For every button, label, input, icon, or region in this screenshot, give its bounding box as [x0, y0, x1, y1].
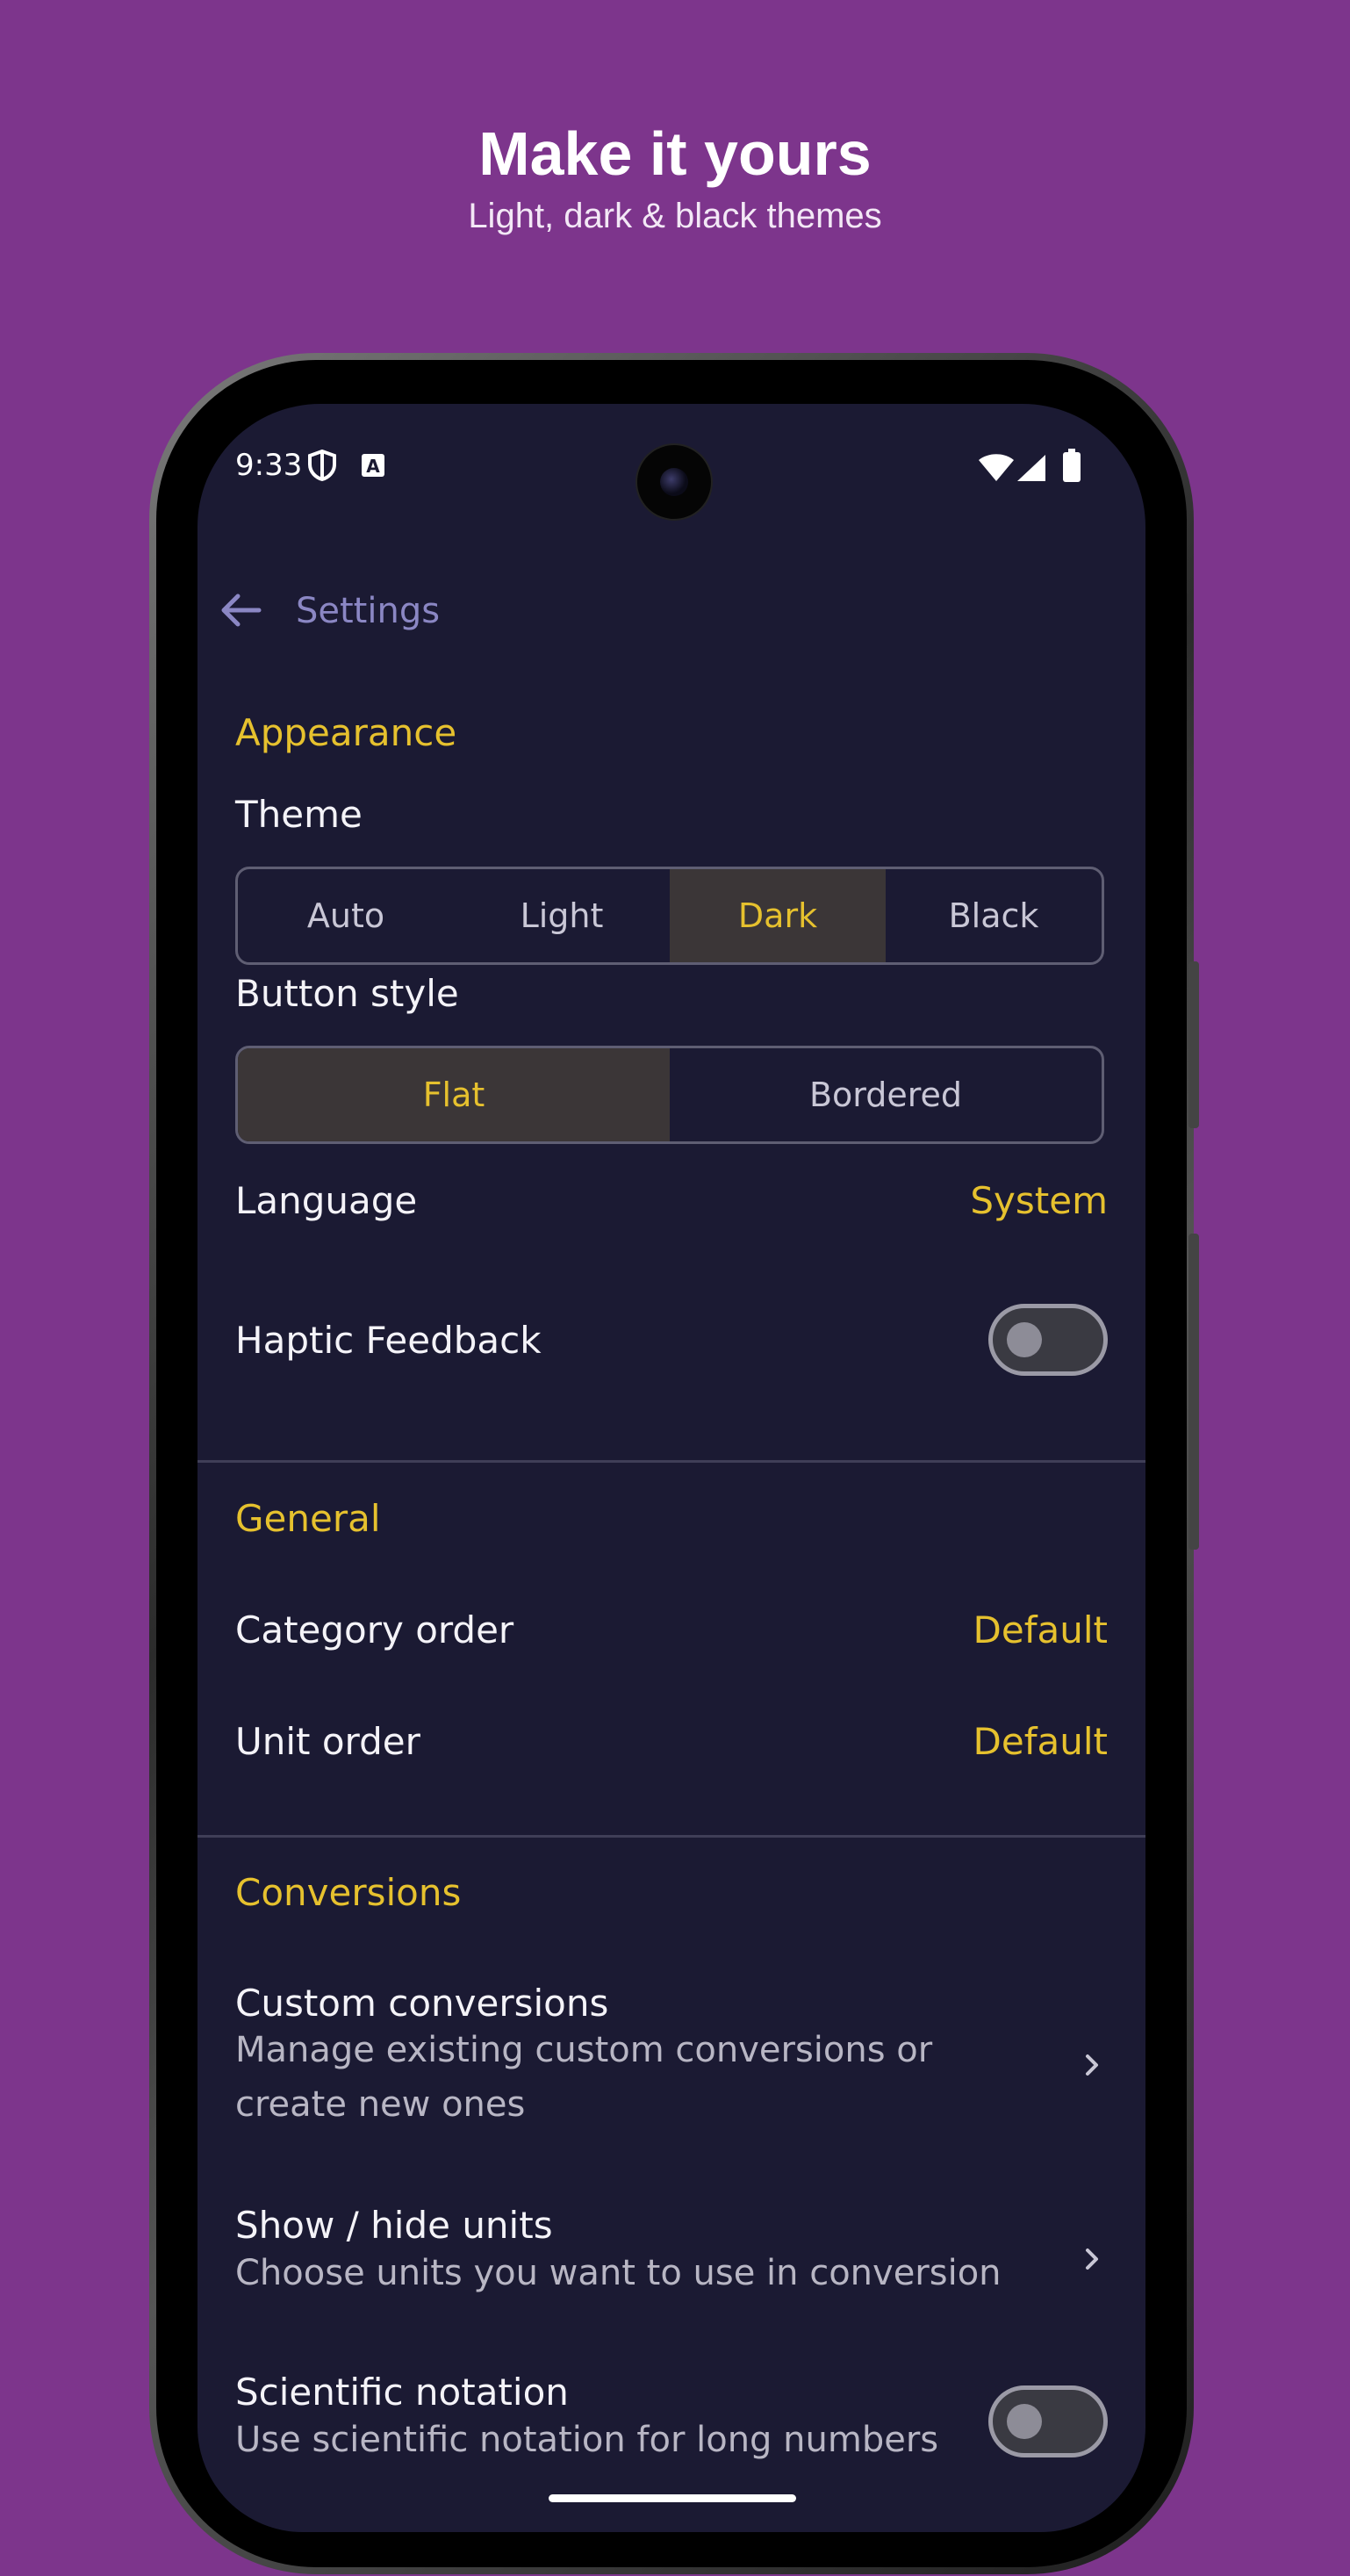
- hero-title: Make it yours: [478, 119, 872, 188]
- scientific-notation-toggle[interactable]: [988, 2385, 1108, 2457]
- cellular-signal-icon: [1017, 455, 1045, 481]
- hero-subtitle: Light, dark & black themes: [468, 197, 882, 235]
- phone-screen: 9:33 A Settings Appearance Theme Auto Li: [197, 404, 1145, 2532]
- custom-conversions-label[interactable]: Custom conversions: [235, 1982, 608, 2025]
- divider: [197, 1835, 1145, 1838]
- theme-option-dark[interactable]: Dark: [670, 869, 886, 962]
- theme-label: Theme: [235, 793, 363, 836]
- custom-conversions-description-line1: Manage existing custom conversions or: [235, 2030, 933, 2070]
- unit-order-value[interactable]: Default: [973, 1720, 1108, 1763]
- unit-order-label[interactable]: Unit order: [235, 1720, 420, 1763]
- language-value[interactable]: System: [970, 1179, 1108, 1222]
- status-bar: 9:33 A: [197, 404, 1145, 527]
- theme-option-black[interactable]: Black: [886, 869, 1102, 962]
- show-hide-units-description: Choose units you want to use in conversi…: [235, 2253, 1002, 2293]
- arrow-back-icon[interactable]: [213, 582, 269, 638]
- chevron-right-icon[interactable]: [1079, 2052, 1105, 2078]
- haptic-feedback-toggle[interactable]: [988, 1304, 1108, 1376]
- category-order-label[interactable]: Category order: [235, 1608, 513, 1651]
- chevron-right-icon[interactable]: [1079, 2246, 1105, 2272]
- toggle-knob: [1007, 2404, 1042, 2439]
- button-style-label: Button style: [235, 972, 459, 1015]
- scientific-notation-description: Use scientific notation for long numbers: [235, 2420, 939, 2460]
- button-style-segmented-control: Flat Bordered: [235, 1046, 1104, 1144]
- theme-segmented-control: Auto Light Dark Black: [235, 867, 1104, 965]
- category-order-value[interactable]: Default: [973, 1608, 1108, 1651]
- theme-option-auto[interactable]: Auto: [238, 869, 454, 962]
- wifi-icon: [979, 454, 1014, 481]
- status-time: 9:33: [235, 448, 303, 483]
- front-camera: [636, 443, 713, 521]
- section-header-conversions: Conversions: [235, 1871, 462, 1914]
- show-hide-units-label[interactable]: Show / hide units: [235, 2204, 553, 2247]
- haptic-feedback-label: Haptic Feedback: [235, 1319, 542, 1362]
- divider: [197, 1460, 1145, 1463]
- app-bar: Settings: [197, 558, 1145, 663]
- page-title: Settings: [296, 591, 441, 631]
- language-label[interactable]: Language: [235, 1179, 417, 1222]
- section-header-appearance: Appearance: [235, 711, 457, 754]
- toggle-knob: [1007, 1322, 1042, 1357]
- button-style-option-flat[interactable]: Flat: [238, 1048, 670, 1141]
- button-style-option-bordered[interactable]: Bordered: [670, 1048, 1102, 1141]
- custom-conversions-description-line2: create new ones: [235, 2084, 526, 2125]
- phone-power-button: [1188, 961, 1199, 1128]
- phone-volume-button: [1188, 1234, 1199, 1550]
- theme-option-light[interactable]: Light: [454, 869, 670, 962]
- section-header-general: General: [235, 1497, 381, 1540]
- scientific-notation-label: Scientific notation: [235, 2371, 569, 2414]
- svg-text:A: A: [366, 456, 380, 477]
- a-notification-icon: A: [362, 454, 384, 477]
- shield-icon: [308, 450, 336, 481]
- battery-icon: [1063, 449, 1081, 482]
- home-indicator[interactable]: [549, 2494, 796, 2502]
